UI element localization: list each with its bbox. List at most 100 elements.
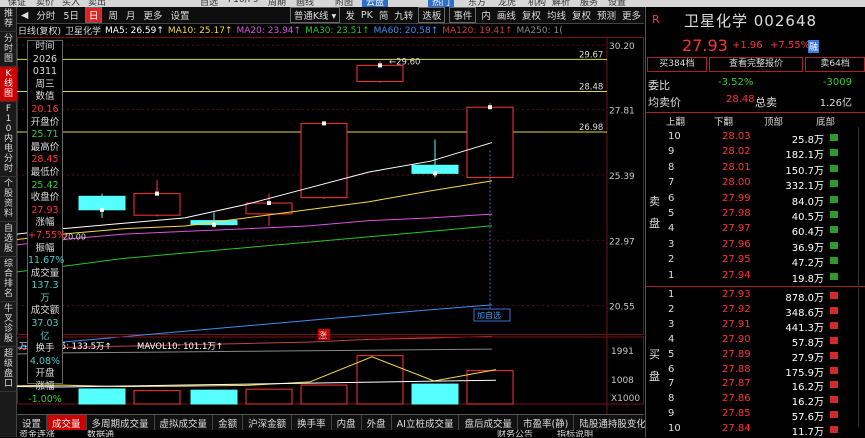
top-menu-item[interactable]: 附图: [335, 0, 353, 7]
sidebar-item[interactable]: 综合排名: [0, 257, 17, 302]
sidebar-item[interactable]: 牛叉诊股: [0, 302, 17, 347]
toolbar-item[interactable]: 5日: [59, 8, 83, 22]
top-menu-item[interactable]: 解析: [552, 0, 570, 7]
status-item[interactable]: 资金连涨: [19, 430, 55, 437]
order-volume-bar: [830, 336, 838, 344]
scrollbar[interactable]: [858, 127, 864, 427]
sell-order-row[interactable]: 6 27.99 84.0万: [646, 193, 865, 208]
ma-line: [16, 142, 493, 235]
top-menu-item[interactable]: 卖出: [88, 0, 106, 7]
top-menu-item[interactable]: 云盘: [362, 0, 389, 7]
toolbar-item[interactable]: 设置: [166, 8, 193, 22]
top-menu-item[interactable]: 龙虎: [498, 0, 516, 7]
indicator-tab[interactable]: 陆股通持股变化: [574, 415, 652, 430]
status-item[interactable]: 财务公告: [497, 430, 533, 437]
sidebar-item[interactable]: 分时图: [0, 32, 17, 67]
toolbar-tool[interactable]: 简: [376, 8, 392, 22]
sidebar-item[interactable]: F10内电分时: [0, 102, 17, 177]
buy-order-row[interactable]: 1 27.93 878.0万: [646, 289, 865, 304]
info-box-line: 涨幅: [35, 217, 55, 229]
toolbar-item[interactable]: 更多: [139, 8, 166, 22]
status-item[interactable]: 指标说明: [557, 430, 593, 437]
indicator-tab[interactable]: 设置: [17, 415, 48, 430]
order-volume: 40.5万: [791, 212, 824, 223]
indicator-tab[interactable]: 外盘: [362, 415, 392, 430]
toolbar-tool[interactable]: 均线: [544, 8, 569, 22]
indicator-tab[interactable]: 多周期成交量: [87, 415, 155, 430]
indicator-tab[interactable]: 盘后成交量: [459, 415, 518, 430]
toolbar-tool[interactable]: 预测: [594, 8, 619, 22]
sidebar-item[interactable]: 推荐: [0, 7, 17, 32]
sell-order-row[interactable]: 2 27.95 47.2万: [646, 254, 865, 269]
top-menu-item[interactable]: 设置: [608, 0, 626, 7]
toolbar-item[interactable]: 月: [122, 8, 140, 22]
sell-order-row[interactable]: 5 27.98 40.5万: [646, 208, 865, 223]
sell-order-row[interactable]: 8 28.01 150.7万: [646, 162, 865, 177]
sidebar-item[interactable]: 超级盘口: [0, 347, 17, 392]
order-price: 27.98: [722, 208, 751, 219]
kline-chart-svg[interactable]: 30.20 27.81 25.39 22.97 20.55 29.67 28.48 26.98…: [16, 37, 644, 417]
indicator-tab[interactable]: 成交量: [47, 415, 87, 430]
buy-order-row[interactable]: 7 27.87 16.2万: [646, 378, 865, 393]
top-menu-item[interactable]: 买入: [62, 0, 80, 7]
buy-order-row[interactable]: 6 27.88 175.9万: [646, 364, 865, 379]
buy-order-row[interactable]: 4 27.90 57.8万: [646, 334, 865, 349]
toolbar-tool[interactable]: 发: [342, 8, 358, 22]
sell-order-row[interactable]: 10 28.03 25.8万: [646, 131, 865, 146]
top-button[interactable]: 顶部: [764, 114, 783, 128]
sell-order-row[interactable]: 7 28.00 332.1万: [646, 177, 865, 192]
toolbar-tool[interactable]: 迭板: [418, 7, 446, 23]
sell-order-row[interactable]: 4 27.97 60.4万: [646, 223, 865, 238]
top-menu-item[interactable]: 热门: [428, 0, 455, 7]
top-menu-item[interactable]: 东方: [468, 0, 486, 7]
indicator-tab[interactable]: 市盈率(静): [518, 415, 575, 430]
full-quote-tab[interactable]: 查看完整报价: [708, 57, 804, 72]
sidebar-item[interactable]: 自选股: [0, 222, 17, 257]
indicator-tab[interactable]: 内盘: [332, 415, 362, 430]
top-menu-item[interactable]: 画线: [296, 0, 314, 7]
page-down-button[interactable]: 下翻: [714, 114, 733, 128]
buy-order-row[interactable]: 10 27.84 11.7万: [646, 423, 865, 438]
buy-depth-tab[interactable]: 买384档: [647, 57, 707, 72]
kline-chart-area[interactable]: 30.20 27.81 25.39 22.97 20.55 29.67 28.48 26.98…: [16, 37, 644, 417]
sidebar-item[interactable]: K线图: [0, 67, 17, 102]
buy-order-row[interactable]: 2 27.92 348.6万: [646, 304, 865, 319]
sidebar-item[interactable]: 个股资料: [0, 177, 17, 222]
top-menu-item[interactable]: 服务: [580, 0, 598, 7]
toolbar-tool[interactable]: 画线: [494, 8, 519, 22]
indicator-tab[interactable]: 沪深金额: [243, 415, 293, 430]
toolbar-item[interactable]: ◀: [17, 10, 32, 21]
toolbar-item[interactable]: 分时: [32, 8, 59, 22]
top-menu-item[interactable]: 机构: [528, 0, 546, 7]
toolbar-item[interactable]: 周: [104, 8, 122, 22]
top-menu-item[interactable]: 保证: [8, 0, 26, 7]
toolbar-tool[interactable]: 复权: [519, 8, 544, 22]
buy-order-row[interactable]: 9 27.85 57.6万: [646, 408, 865, 423]
top-menu-item[interactable]: 周期: [268, 0, 286, 7]
sell-depth-tab[interactable]: 卖64档: [805, 57, 865, 72]
top-menu-item[interactable]: 自选: [200, 0, 218, 7]
indicator-tab[interactable]: 虚拟成交量: [155, 415, 214, 430]
page-up-button[interactable]: 上翻: [666, 114, 685, 128]
buy-order-row[interactable]: 5 27.89 27.9万: [646, 349, 865, 364]
toolbar-tool[interactable]: 事件: [449, 7, 477, 23]
indicator-tab[interactable]: AI立桩成交量: [392, 415, 460, 430]
buy-order-row[interactable]: 3 27.91 441.3万: [646, 319, 865, 334]
top-menu-item[interactable]: F10/F9: [228, 0, 259, 5]
toolbar-tool[interactable]: PK: [358, 10, 376, 21]
kline-type-select[interactable]: 普通K线 ▾: [289, 7, 341, 23]
top-menu-item[interactable]: 卖价: [36, 0, 54, 7]
bottom-button[interactable]: 底部: [816, 114, 835, 128]
sell-order-row[interactable]: 9 28.02 182.1万: [646, 146, 865, 161]
toolbar-tool[interactable]: 内: [478, 8, 494, 22]
toolbar-tool[interactable]: 更多: [619, 8, 644, 22]
sell-order-row[interactable]: 3 27.96 36.9万: [646, 239, 865, 254]
sell-order-row[interactable]: 1 27.94 19.8万: [646, 270, 865, 285]
toolbar-item[interactable]: 日: [84, 7, 103, 23]
indicator-tab[interactable]: 金额: [213, 415, 244, 430]
toolbar-tool[interactable]: 九转: [391, 8, 416, 22]
toolbar-tool[interactable]: 复权: [569, 8, 594, 22]
buy-order-row[interactable]: 8 27.86 16.2万: [646, 393, 865, 408]
status-item[interactable]: 数据通: [87, 430, 114, 437]
indicator-tab[interactable]: 换手率: [292, 415, 332, 430]
